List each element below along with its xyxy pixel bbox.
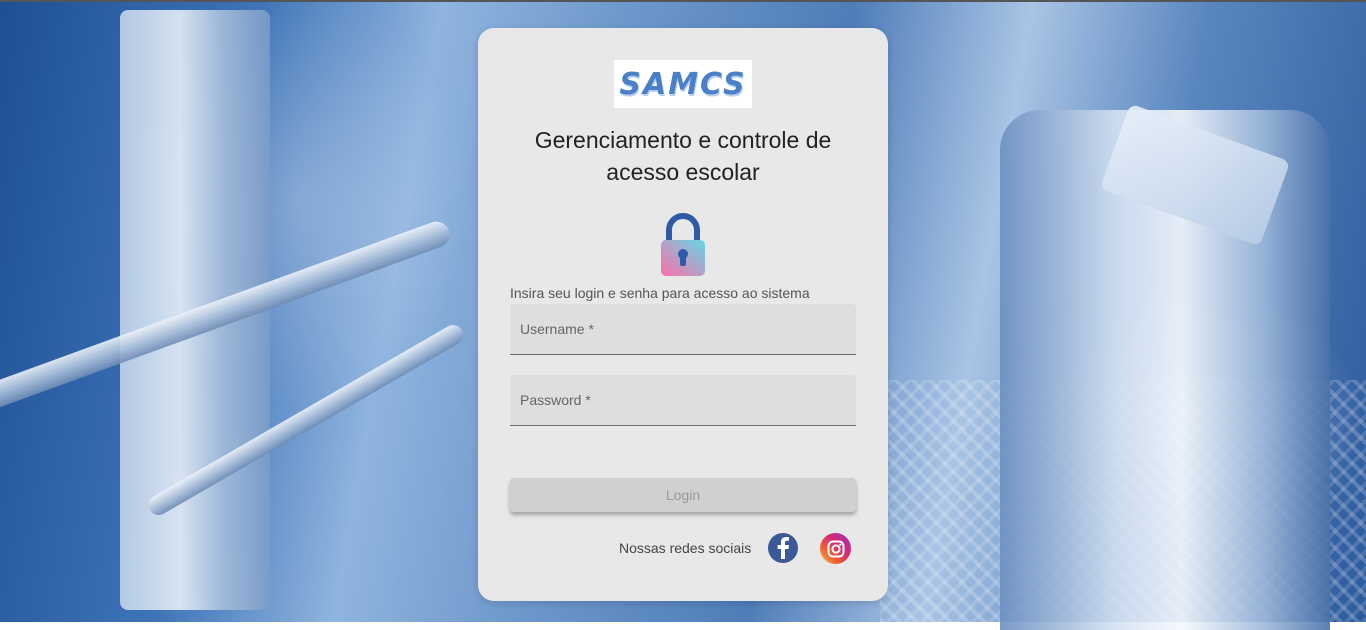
password-input[interactable] — [510, 375, 856, 425]
username-field[interactable]: Username * — [510, 304, 856, 355]
login-card: SAMCS Gerenciamento e controle de acesso… — [478, 28, 888, 601]
social-label: Nossas redes sociais — [619, 540, 752, 556]
username-input[interactable] — [510, 304, 856, 354]
logo-text: SAMCS — [619, 66, 747, 102]
lock-icon — [660, 212, 706, 278]
login-button[interactable]: Login — [510, 478, 856, 512]
top-border — [0, 0, 1366, 2]
instagram-icon[interactable] — [820, 533, 851, 564]
logo: SAMCS — [614, 60, 752, 108]
facebook-icon[interactable] — [768, 533, 798, 563]
login-instruction: Insira seu login e senha para acesso ao … — [510, 285, 810, 301]
password-field[interactable]: Password * — [510, 375, 856, 426]
page-title: Gerenciamento e controle de acesso escol… — [534, 127, 832, 185]
